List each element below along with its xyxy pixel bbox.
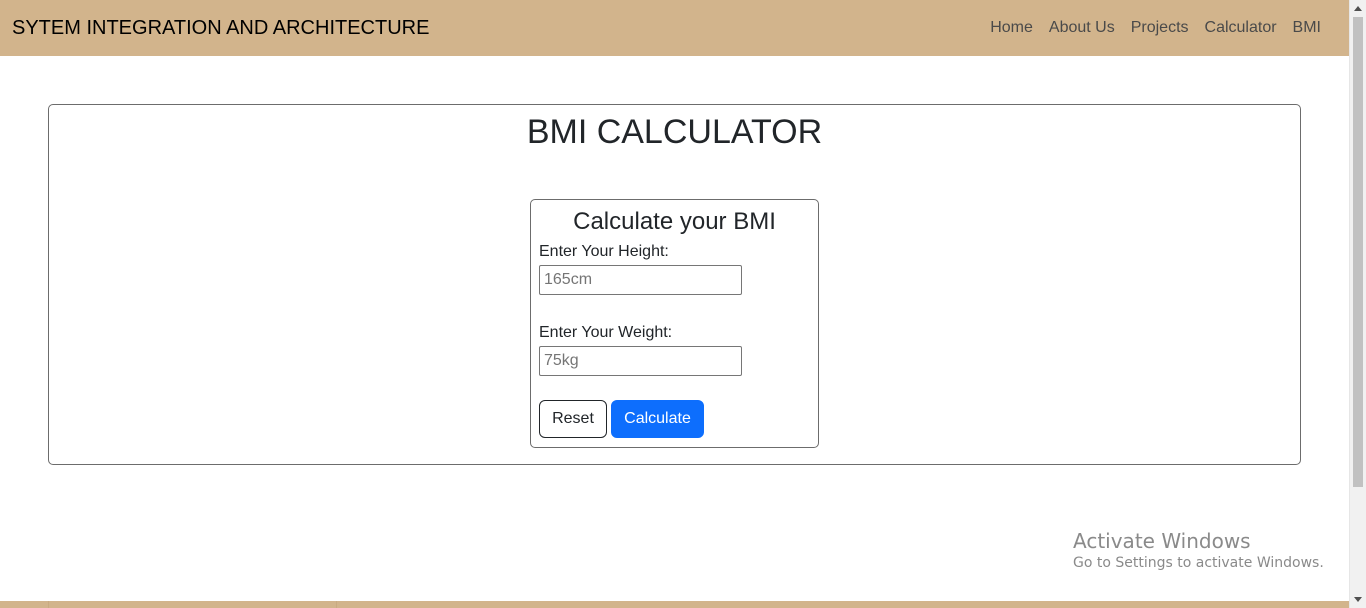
nav-link-bmi[interactable]: BMI [1285,19,1329,37]
vertical-scrollbar[interactable] [1349,0,1366,608]
nav-link-calculator[interactable]: Calculator [1197,19,1285,37]
height-input[interactable] [539,265,742,295]
nav-link-about-us[interactable]: About Us [1041,19,1123,37]
bmi-form-card: Calculate your BMI Enter Your Height: En… [530,199,819,448]
weight-input[interactable] [539,346,742,376]
chevron-up-icon[interactable] [1350,0,1366,17]
footer-divider [336,601,337,608]
navbar: SYTEM INTEGRATION AND ARCHITECTURE Home … [0,0,1349,56]
brand-title[interactable]: SYTEM INTEGRATION AND ARCHITECTURE [12,17,429,40]
chevron-down-icon[interactable] [1350,591,1366,608]
footer-divider [48,601,49,608]
height-label: Enter Your Height: [539,243,669,260]
page-title: BMI CALCULATOR [526,113,823,151]
nav-links: Home About Us Projects Calculator BMI [982,19,1329,37]
watermark-title: Activate Windows [1073,529,1251,553]
bmi-calculator-card: BMI CALCULATOR Calculate your BMI Enter … [48,104,1301,465]
weight-label: Enter Your Weight: [539,324,673,341]
nav-link-home[interactable]: Home [982,19,1041,37]
form-title: Calculate your BMI [573,208,776,235]
watermark-subtitle: Go to Settings to activate Windows. [1073,555,1324,571]
nav-link-projects[interactable]: Projects [1123,19,1197,37]
reset-button[interactable]: Reset [539,400,607,438]
scrollbar-thumb[interactable] [1353,17,1363,487]
page: SYTEM INTEGRATION AND ARCHITECTURE Home … [0,0,1366,608]
form-buttons: Reset Calculate [539,400,810,438]
calculate-button[interactable]: Calculate [611,400,704,438]
footer-strip [0,601,1349,608]
activate-windows-watermark: Activate Windows Go to Settings to activ… [1073,530,1324,574]
